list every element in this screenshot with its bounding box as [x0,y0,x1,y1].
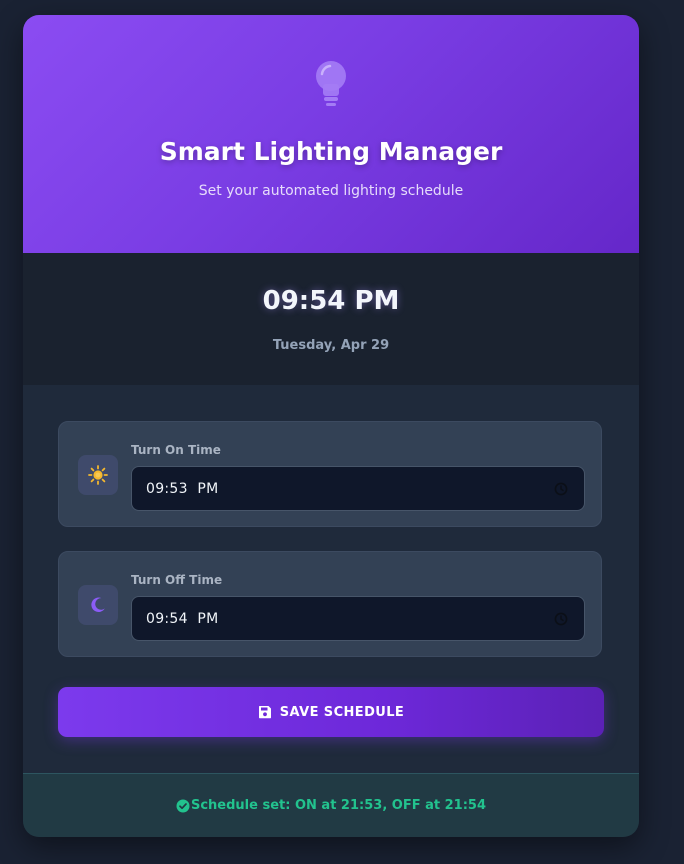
save-button-content: SAVE SCHEDULE [58,687,604,737]
clock-picker-icon[interactable] [554,612,568,626]
turn-off-label: Turn Off Time [131,573,223,587]
page-subtitle: Set your automated lighting schedule [198,183,464,199]
turn-on-panel: Turn On Time 09:53 PM [58,421,602,527]
status-bar: Schedule set: ON at 21:53, OFF at 21:54 [23,773,639,837]
sun-icon-badge [78,455,118,495]
moon-icon [91,597,105,612]
sun-icon [88,465,108,485]
turn-off-panel: Turn Off Time 09:54 PM [58,551,602,657]
status-message: Schedule set: ON at 21:53, OFF at 21:54 [23,798,639,813]
turn-on-time-value: 09:53 PM [146,481,219,497]
save-icon [258,706,271,719]
current-time-section: 09:54 PM Tuesday, Apr 29 [23,253,639,385]
schedule-settings: Turn On Time 09:53 PM Turn Off Time 09:5… [23,385,639,773]
turn-on-label: Turn On Time [131,443,221,457]
clock-picker-icon[interactable] [554,482,568,496]
status-text: Schedule set: ON at 21:53, OFF at 21:54 [190,798,487,813]
turn-on-time-input[interactable]: 09:53 PM [131,466,585,511]
lightbulb-icon [316,61,346,106]
lighting-card: Smart Lighting Manager Set your automate… [23,15,639,837]
card-header: Smart Lighting Manager Set your automate… [23,15,639,253]
check-circle-icon [176,799,190,812]
moon-icon-badge [78,585,118,625]
current-date: Tuesday, Apr 29 [272,338,390,353]
save-button-label: SAVE SCHEDULE [279,704,405,720]
current-time: 09:54 PM [262,286,400,316]
save-schedule-button[interactable]: SAVE SCHEDULE [58,687,604,737]
page-title: Smart Lighting Manager [159,137,503,166]
turn-off-time-input[interactable]: 09:54 PM [131,596,585,641]
turn-off-time-value: 09:54 PM [146,611,219,627]
